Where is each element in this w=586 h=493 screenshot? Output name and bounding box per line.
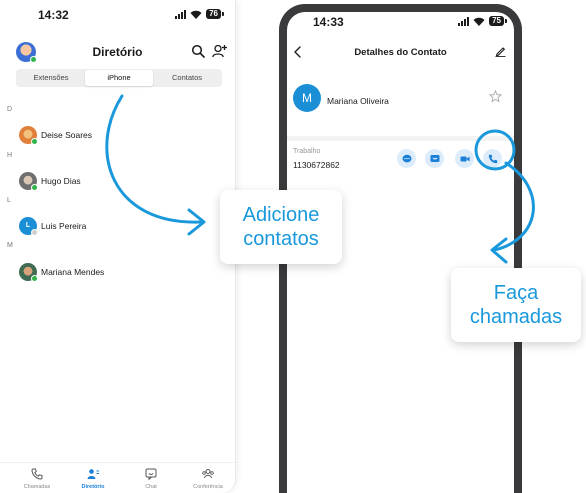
battery-icon: 75 bbox=[489, 16, 507, 26]
tab-chat[interactable]: Chat bbox=[127, 468, 175, 490]
avatar bbox=[19, 263, 38, 282]
callout-make-calls: Faça chamadas bbox=[451, 268, 581, 342]
callout-line: chamadas bbox=[469, 306, 563, 328]
contact-name: Hugo Dias bbox=[41, 176, 81, 186]
phone-icon bbox=[488, 154, 497, 163]
edit-icon[interactable] bbox=[495, 46, 506, 57]
tab-label: Chamadas bbox=[23, 484, 51, 490]
add-user-icon[interactable] bbox=[212, 44, 227, 58]
status-time: 14:33 bbox=[313, 15, 344, 29]
status-bar: 14:32 76 bbox=[0, 0, 235, 28]
chat-icon bbox=[145, 468, 157, 480]
contact-row-hugo[interactable]: Hugo Dias bbox=[19, 171, 81, 191]
callout-add-contacts: Adicione contatos bbox=[220, 190, 342, 264]
directory-screen: 14:32 76 Diretório Extensões iPhone Cont… bbox=[0, 0, 236, 493]
search-icon[interactable] bbox=[191, 44, 205, 58]
video-call-button[interactable] bbox=[455, 149, 474, 168]
avatar bbox=[19, 172, 38, 191]
message-button[interactable] bbox=[425, 149, 444, 168]
tab-label: Chat bbox=[145, 484, 157, 490]
presence-dot bbox=[31, 229, 38, 236]
phone-number: 1130672862 bbox=[293, 160, 340, 170]
contact-row-mariana[interactable]: Mariana Mendes bbox=[19, 262, 104, 282]
status-icons: 76 bbox=[175, 9, 224, 19]
battery-icon: 76 bbox=[206, 9, 224, 19]
bottom-tab-bar: Chamadas Diretório Chat Conferência bbox=[0, 462, 235, 493]
directory-segmented-control: Extensões iPhone Contatos bbox=[16, 69, 222, 87]
divider bbox=[287, 136, 514, 141]
avatar: M bbox=[293, 84, 321, 112]
directory-header: Diretório bbox=[0, 38, 235, 64]
status-bar: 14:33 75 bbox=[287, 12, 514, 34]
status-time: 14:32 bbox=[38, 8, 69, 22]
contacts-icon bbox=[87, 469, 99, 479]
page-title: Detalhes do Contato bbox=[354, 47, 447, 58]
video-icon bbox=[460, 156, 470, 161]
section-letter: H bbox=[7, 152, 13, 159]
phone-icon bbox=[31, 468, 43, 480]
chat-button[interactable] bbox=[397, 149, 416, 168]
avatar: L bbox=[19, 217, 38, 236]
avatar bbox=[19, 126, 38, 145]
contact-name: Mariana Mendes bbox=[41, 267, 105, 277]
details-header: Detalhes do Contato bbox=[287, 42, 514, 62]
presence-dot bbox=[31, 275, 38, 282]
wifi-icon bbox=[473, 17, 485, 26]
callout-line: Adicione bbox=[242, 204, 320, 226]
status-icons: 75 bbox=[458, 16, 507, 26]
section-letter: M bbox=[7, 242, 13, 249]
tab-label: Conferência bbox=[193, 484, 223, 490]
signal-icon bbox=[175, 9, 187, 19]
segment-contatos[interactable]: Contatos bbox=[153, 70, 221, 86]
tab-chamadas[interactable]: Chamadas bbox=[13, 468, 61, 490]
group-icon bbox=[202, 469, 214, 479]
message-icon bbox=[430, 154, 439, 162]
star-icon[interactable] bbox=[489, 90, 502, 103]
presence-dot bbox=[31, 138, 38, 145]
call-button[interactable] bbox=[483, 149, 502, 168]
tab-label: Diretório bbox=[81, 484, 105, 490]
contact-row-luis[interactable]: L Luis Pereira bbox=[19, 216, 86, 236]
tab-conferencia[interactable]: Conferência bbox=[184, 468, 232, 490]
callout-line: Faça bbox=[493, 282, 539, 304]
section-letter: D bbox=[7, 106, 13, 113]
wifi-icon bbox=[190, 10, 202, 19]
avatar-initial: L bbox=[25, 222, 31, 229]
chat-bubble-icon bbox=[402, 154, 411, 162]
signal-icon bbox=[458, 16, 470, 26]
contact-row-deise[interactable]: Deise Soares bbox=[19, 125, 92, 145]
contact-name: Mariana Oliveira bbox=[327, 96, 389, 106]
section-letter: L bbox=[7, 197, 11, 204]
phone-type-label: Trabalho bbox=[293, 148, 321, 155]
segment-extensoes[interactable]: Extensões bbox=[17, 70, 85, 86]
presence-dot bbox=[31, 184, 38, 191]
segment-iphone[interactable]: iPhone bbox=[85, 70, 153, 86]
contact-name: Luis Pereira bbox=[41, 221, 87, 231]
tab-diretorio[interactable]: Diretório bbox=[69, 468, 117, 490]
contact-name: Deise Soares bbox=[41, 130, 93, 140]
callout-line: contatos bbox=[243, 228, 319, 250]
